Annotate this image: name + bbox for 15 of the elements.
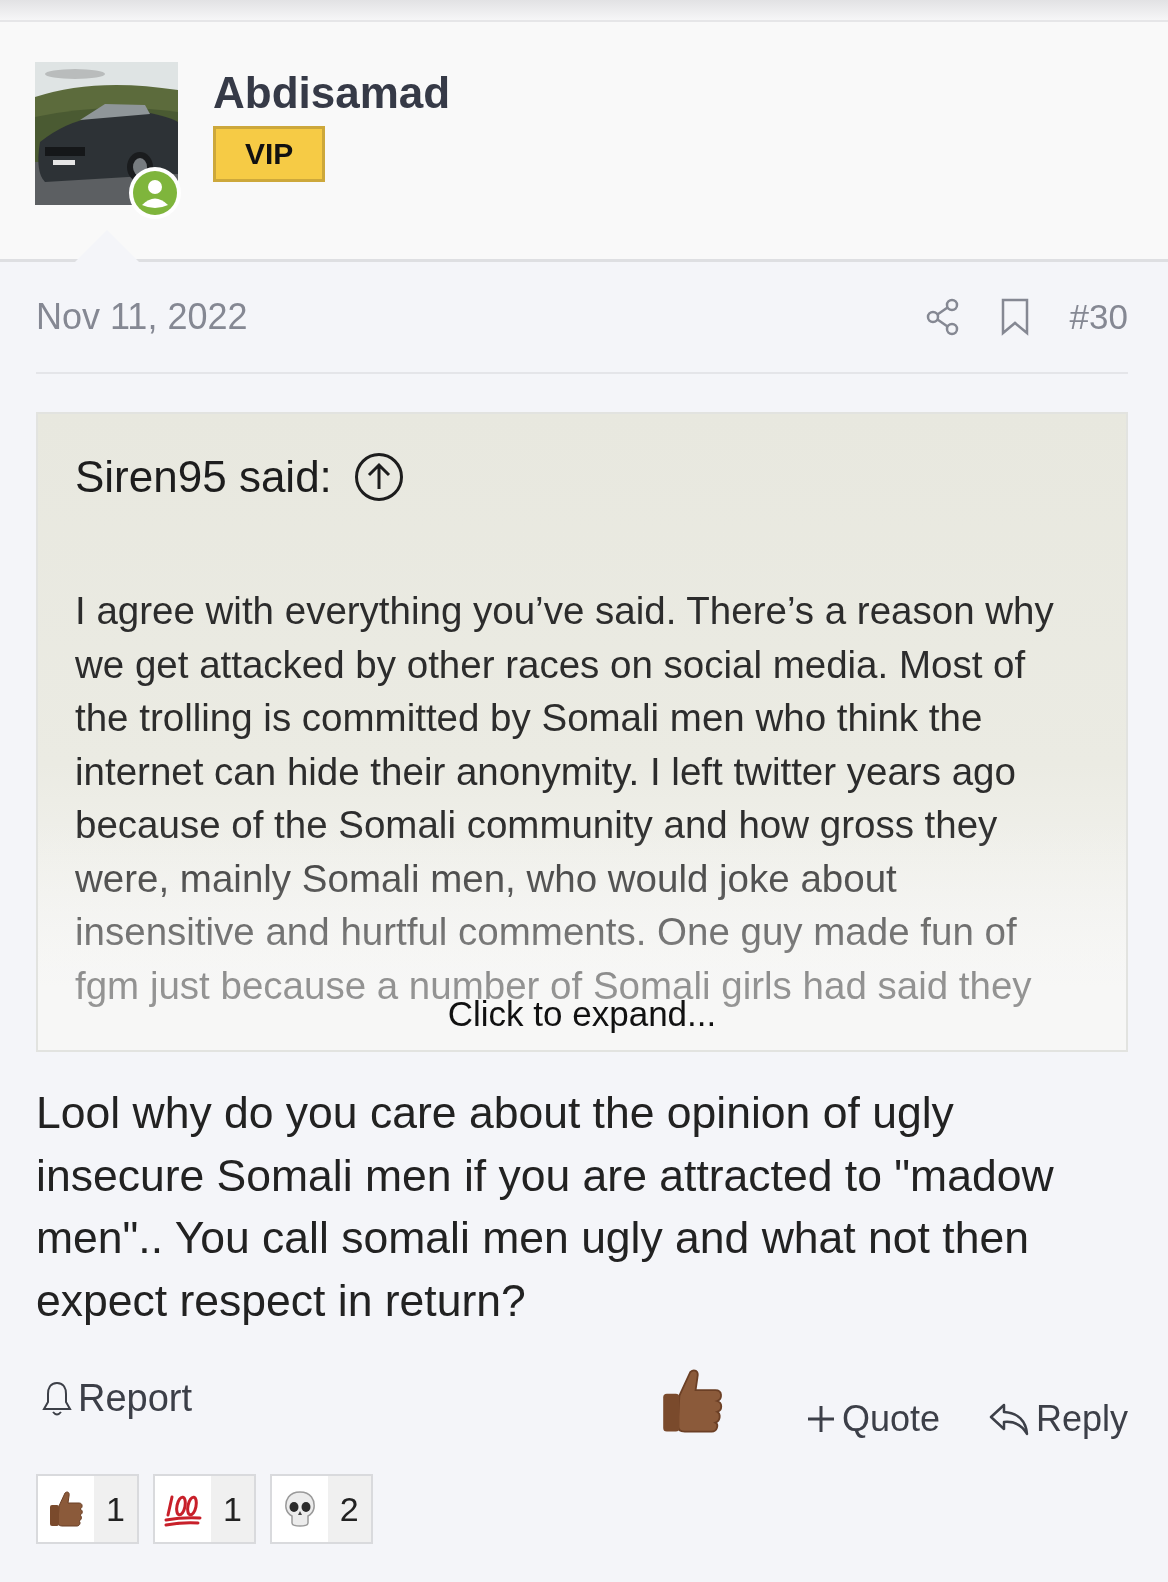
username[interactable]: Abdisamad (213, 68, 451, 118)
reaction-button[interactable]: 1 (36, 1474, 139, 1544)
reaction-button[interactable]: 1 (152, 1474, 256, 1544)
share-icon[interactable] (925, 298, 960, 336)
quote-button[interactable]: Quote (805, 1398, 940, 1440)
post-message: Lool why do you care about the opinion of ugly insecure Somali men if you are attracted to "madow men".. You call somali men ugly and what not then expect respect in return? (36, 1087, 1055, 1327)
report-button[interactable]: Report (40, 1377, 193, 1420)
reaction-button[interactable]: 2 (269, 1474, 373, 1544)
bookmark-icon[interactable] (999, 298, 1030, 336)
bell-icon (40, 1379, 74, 1418)
reply-button[interactable]: Reply (987, 1398, 1128, 1440)
vip-badge: VIP (213, 126, 326, 182)
reply-icon (987, 1401, 1030, 1437)
plus-icon (805, 1404, 836, 1434)
quote-attribution[interactable]: Siren95 said: (75, 452, 332, 502)
